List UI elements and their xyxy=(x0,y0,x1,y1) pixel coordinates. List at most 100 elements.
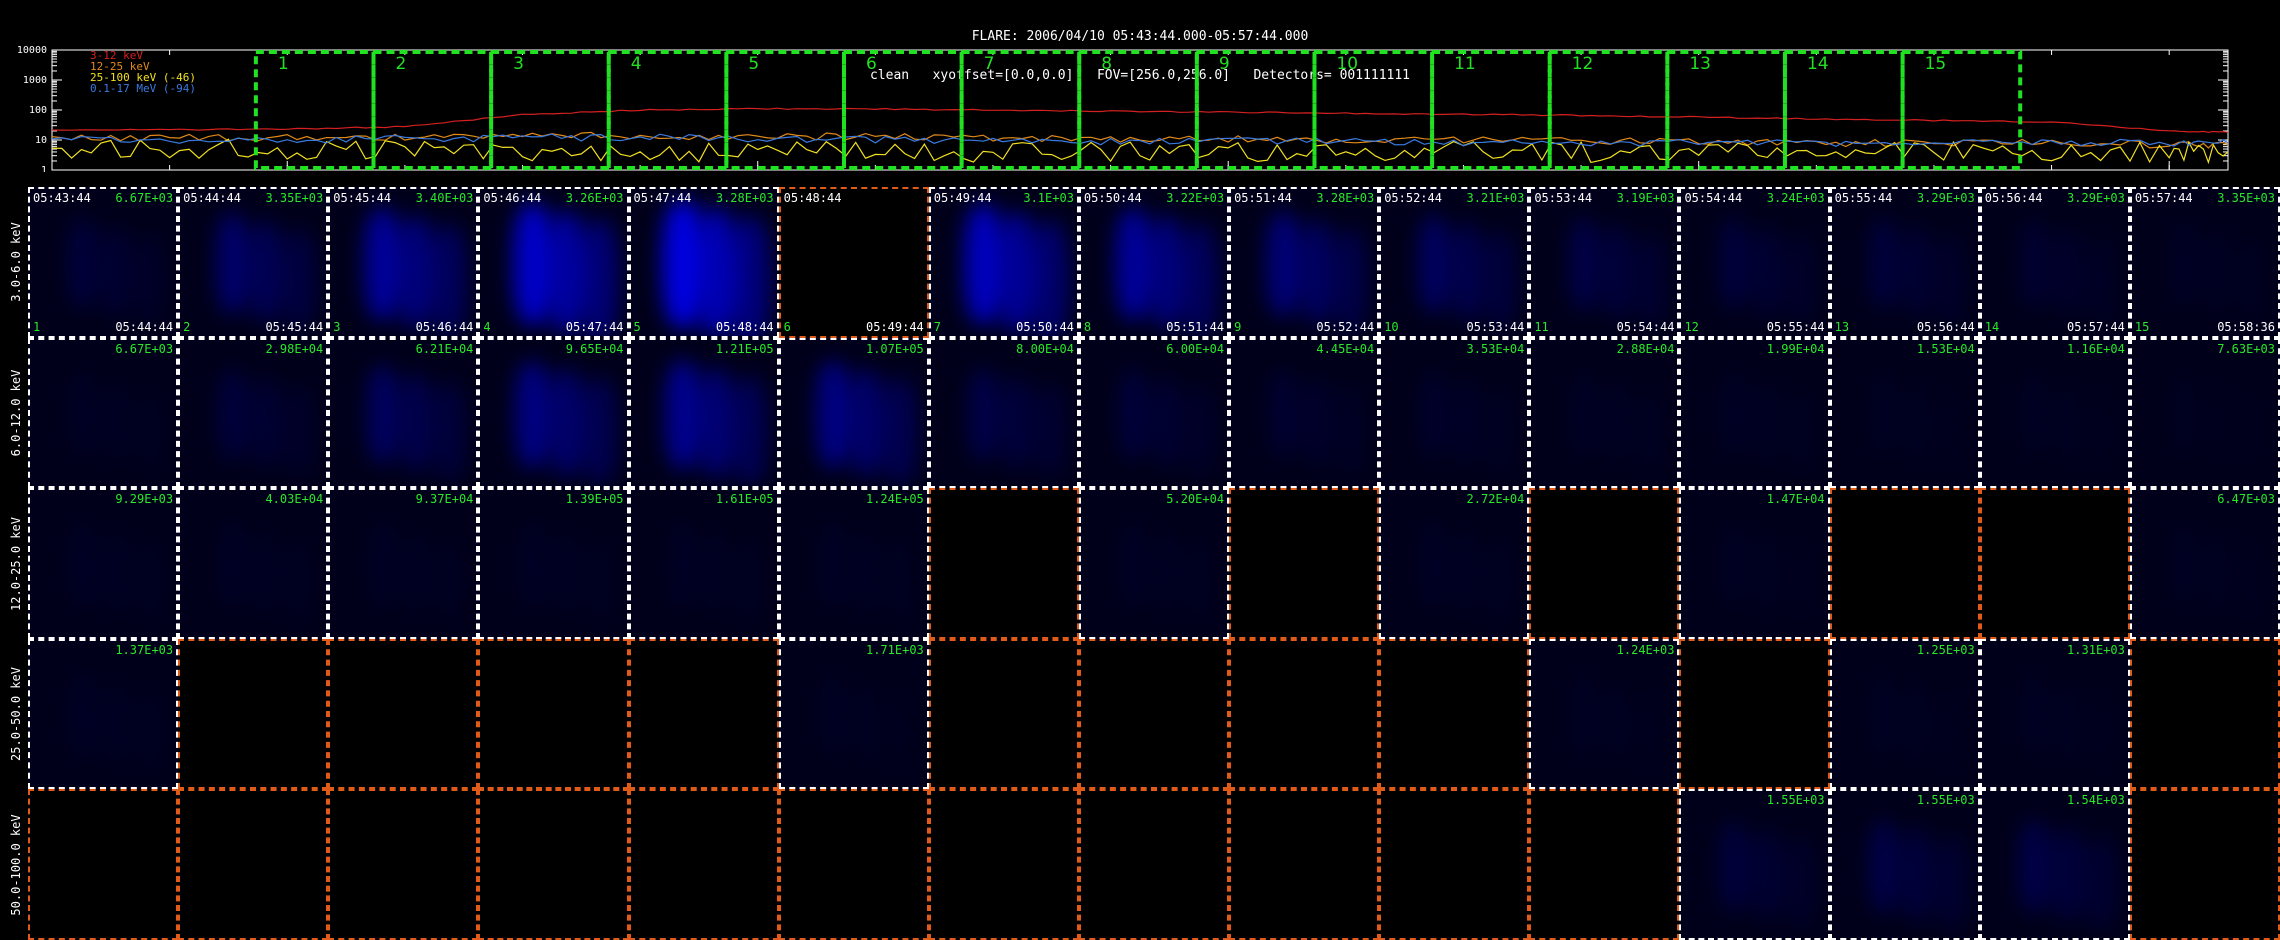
image-panel: 8.00E+04 xyxy=(928,337,1079,489)
emission-blob xyxy=(735,538,763,623)
panel-peak-value: 3.29E+03 xyxy=(2067,191,2125,205)
panel-start-time: 05:45:44 xyxy=(333,191,392,205)
emission-blob xyxy=(1785,836,1815,928)
energy-band-label: 12.0-25.0 keV xyxy=(9,516,23,611)
panel-peak-value: 3.40E+03 xyxy=(415,191,474,205)
panel-interval-index: 8 xyxy=(1083,319,1092,334)
image-panel: 4.45E+04 xyxy=(1229,337,1380,489)
panel-end-time: 05:44:44 xyxy=(115,319,174,334)
image-panel xyxy=(28,789,179,940)
panel-peak-value: 2.72E+04 xyxy=(1466,492,1525,507)
image-panel: 1.47E+04 xyxy=(1679,488,1830,639)
panel-end-time: 05:49:44 xyxy=(865,319,924,334)
image-panel: 1.24E+03 xyxy=(1529,638,1680,790)
image-panel: 1.37E+03 xyxy=(28,638,179,790)
energy-band-label: 50.0-100.0 keV xyxy=(9,814,23,916)
panel-peak-value: 1.47E+04 xyxy=(1766,492,1825,507)
image-panel: 7.63E+03 xyxy=(2129,337,2280,489)
emission-blob xyxy=(1118,369,1149,460)
image-panel: 05:46:44 05:47:44 4 3.26E+03 xyxy=(478,187,629,338)
panel-peak-value: 9.37E+04 xyxy=(415,492,474,507)
panel-end-time: 05:58:36 xyxy=(2217,319,2275,334)
panel-peak-value: 1.71E+03 xyxy=(865,642,924,657)
emission-blob xyxy=(2237,388,2265,472)
image-panel: 3.53E+04 xyxy=(1379,337,1530,489)
y-tick-label: 10 xyxy=(35,135,47,146)
image-panel xyxy=(178,638,329,790)
panel-peak-value: 1.55E+03 xyxy=(1766,793,1825,808)
image-panel: 1.25E+03 xyxy=(1829,638,1980,790)
emission-blob xyxy=(2019,219,2049,308)
panel-interval-index: 11 xyxy=(1534,319,1549,334)
panel-peak-value: 3.19E+03 xyxy=(1616,191,1675,205)
panel-peak-value: 9.65E+04 xyxy=(565,341,624,356)
emission-blob xyxy=(2171,372,2199,456)
panel-interval-index: 1 xyxy=(33,319,41,334)
emission-blob xyxy=(1902,226,1933,318)
emission-blob xyxy=(285,538,313,623)
interval-number: 5 xyxy=(748,54,759,74)
time-interval-box xyxy=(371,50,494,170)
image-panel: 1.16E+04 xyxy=(1979,337,2130,489)
image-panel: 1.31E+03 xyxy=(1979,638,2130,790)
image-panel: 9.37E+04 xyxy=(328,488,479,639)
image-panel xyxy=(178,789,329,940)
panel-interval-index: 3 xyxy=(333,319,341,334)
emission-blob xyxy=(2086,388,2114,473)
panel-start-time: 05:43:44 xyxy=(33,191,91,205)
panel-end-time: 05:50:44 xyxy=(1016,319,1074,334)
image-panel xyxy=(1529,488,1680,639)
emission-blob xyxy=(1636,689,1664,774)
image-panel: 1.55E+03 xyxy=(1679,789,1830,940)
image-panel xyxy=(2129,638,2280,790)
emission-blob xyxy=(548,369,584,476)
interval-number: 8 xyxy=(1101,54,1112,74)
emission-blob xyxy=(1419,522,1448,608)
panel-start-time: 05:57:44 xyxy=(2134,191,2193,205)
emission-blob xyxy=(581,377,617,484)
emission-blob xyxy=(283,385,314,476)
emission-blob xyxy=(1901,827,1933,921)
image-panel: 05:54:44 05:55:44 12 3.24E+03 xyxy=(1679,187,1830,338)
panel-end-time: 05:47:44 xyxy=(565,319,624,334)
time-interval-box xyxy=(1900,50,2023,170)
panel-peak-value: 1.24E+03 xyxy=(1616,642,1675,657)
panel-peak-value: 1.55E+03 xyxy=(1916,793,1975,808)
panel-peak-value: 1.25E+03 xyxy=(1916,642,1975,657)
interval-number: 6 xyxy=(866,54,877,74)
image-panel xyxy=(1829,488,1980,639)
image-panel: 1.21E+05 xyxy=(628,337,779,489)
image-panel: 1.07E+05 xyxy=(778,337,929,489)
emission-blob xyxy=(885,689,913,774)
panel-start-time: 05:46:44 xyxy=(483,191,542,205)
emission-blob xyxy=(249,221,283,323)
interval-number: 9 xyxy=(1219,54,1230,74)
image-panel: 6.47E+03 xyxy=(2129,488,2280,639)
image-panel: 6.21E+04 xyxy=(328,337,479,489)
image-panel xyxy=(1979,488,2130,639)
interval-number: 11 xyxy=(1454,54,1476,74)
interval-number: 14 xyxy=(1807,54,1829,74)
panel-peak-value: 3.1E+03 xyxy=(1023,191,1074,205)
time-interval-box xyxy=(1194,50,1317,170)
panel-start-time: 05:50:44 xyxy=(1083,191,1142,205)
panel-interval-index: 14 xyxy=(1984,319,2000,334)
interval-number: 3 xyxy=(513,54,524,74)
image-panel: 05:49:44 05:50:44 7 3.1E+03 xyxy=(928,187,1079,338)
emission-blob xyxy=(366,365,400,464)
emission-blob xyxy=(1332,227,1367,332)
interval-number: 1 xyxy=(278,54,289,74)
emission-blob xyxy=(1119,522,1148,608)
emission-blob xyxy=(68,371,97,458)
emission-blob xyxy=(2204,380,2232,464)
y-tick-label: 1000 xyxy=(23,75,47,86)
image-panel: 05:45:44 05:46:44 3 3.40E+03 xyxy=(328,187,479,338)
emission-blob xyxy=(2086,689,2114,774)
emission-blob xyxy=(1636,388,1664,473)
emission-blob xyxy=(2237,237,2265,322)
panel-peak-value: 1.31E+03 xyxy=(2067,642,2125,657)
time-interval-box xyxy=(1547,50,1670,170)
emission-blob xyxy=(1569,371,1598,458)
panel-start-time: 05:53:44 xyxy=(1534,191,1593,205)
emission-blob xyxy=(881,377,917,484)
